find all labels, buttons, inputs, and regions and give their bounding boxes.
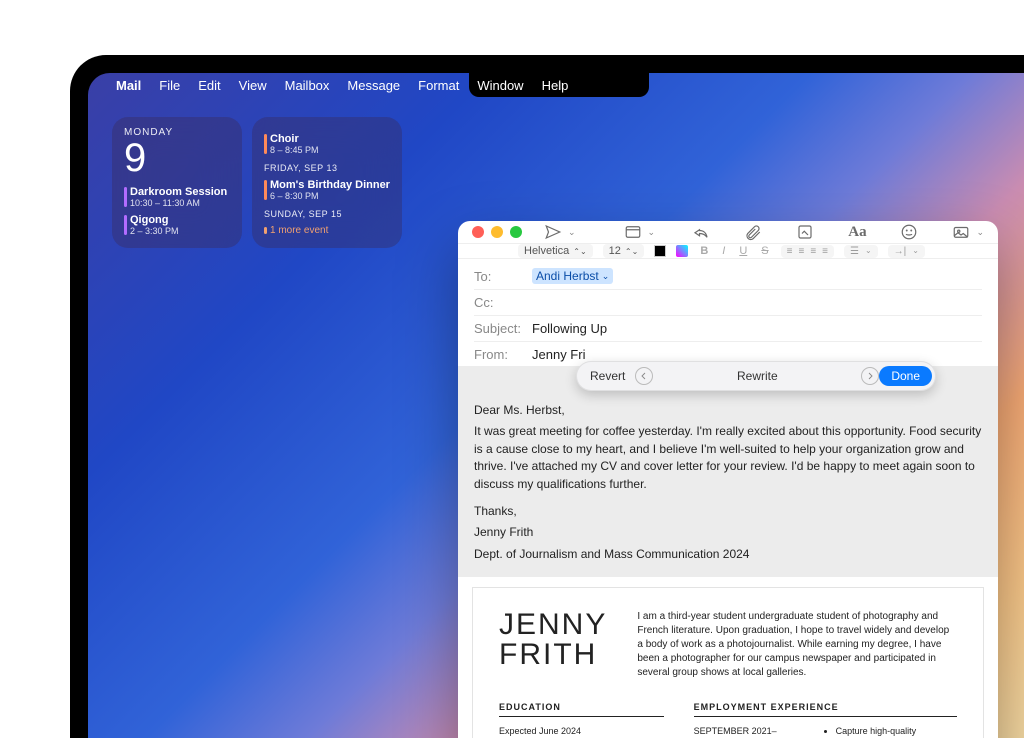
color-picker-icon[interactable] [676, 245, 688, 257]
resume-education-col: EDUCATION Expected June 2024 BACHELOR OF… [499, 702, 664, 738]
calendar-event[interactable]: Darkroom Session 10:30 – 11:30 AM [124, 186, 230, 208]
underline-button[interactable]: U [737, 245, 749, 257]
send-options-chevron-icon[interactable]: ⌄ [568, 227, 576, 238]
body-paragraph: It was great meeting for coffee yesterda… [474, 423, 982, 493]
font-size-select[interactable]: 12⌃⌄ [603, 244, 645, 258]
font-family-select[interactable]: Helvetica⌃⌄ [518, 244, 593, 258]
to-label: To: [474, 269, 532, 284]
event-title: Choir [270, 133, 390, 145]
menu-file[interactable]: File [159, 78, 180, 93]
menu-edit[interactable]: Edit [198, 78, 220, 93]
subject-row[interactable]: Subject: Following Up [474, 316, 982, 342]
header-options-chevron-icon[interactable]: ⌄ [648, 227, 656, 238]
menu-app[interactable]: Mail [116, 78, 141, 93]
mail-compose-window: ⌄ ⌄ Aa ⌄ Helvetica⌃⌄ 12⌃⌄ [458, 221, 998, 738]
event-time: 6 – 8:30 PM [270, 191, 390, 201]
calendar-event[interactable]: Choir 8 – 8:45 PM [264, 133, 390, 155]
employment-header: EMPLOYMENT EXPERIENCE [694, 702, 957, 717]
strike-button[interactable]: S [759, 245, 770, 257]
rewrite-title: Rewrite [653, 369, 861, 383]
from-value: Jenny Fri [532, 347, 585, 362]
cc-label: Cc: [474, 295, 532, 310]
window-titlebar: ⌄ ⌄ Aa ⌄ [458, 221, 998, 243]
menu-window[interactable]: Window [477, 78, 523, 93]
rewrite-next-icon[interactable] [861, 367, 879, 385]
emoji-icon[interactable] [898, 221, 920, 243]
message-body[interactable]: Dear Ms. Herbst, It was great meeting fo… [458, 366, 998, 577]
done-button[interactable]: Done [879, 366, 932, 386]
menu-bar: Mail File Edit View Mailbox Message Form… [88, 73, 1024, 97]
italic-button[interactable]: I [720, 245, 727, 257]
markup-icon[interactable] [794, 221, 816, 243]
laptop-bezel: Mail File Edit View Mailbox Message Form… [70, 55, 1024, 738]
widget-date-number: 9 [124, 138, 230, 178]
resume-bio: I am a third-year student undergraduate … [637, 610, 957, 680]
event-title: Mom's Birthday Dinner [270, 179, 390, 191]
widget-day-heading: SUNDAY, SEP 15 [264, 209, 390, 219]
event-title: Qigong [130, 214, 230, 226]
recipient-token[interactable]: Andi Herbst [532, 268, 613, 284]
body-thanks: Thanks, [474, 503, 982, 520]
writing-tools-bar: Revert Rewrite Done [576, 361, 936, 391]
alignment-group[interactable]: ≡≡≡≡ [781, 245, 834, 258]
calendar-event[interactable]: Qigong 2 – 3:30 PM [124, 214, 230, 236]
menu-mailbox[interactable]: Mailbox [285, 78, 330, 93]
photo-browser-icon[interactable] [950, 221, 972, 243]
menu-format[interactable]: Format [418, 78, 459, 93]
window-close-button[interactable] [472, 226, 484, 238]
window-zoom-button[interactable] [510, 226, 522, 238]
desktop-widgets: MONDAY 9 Darkroom Session 10:30 – 11:30 … [112, 117, 402, 248]
window-minimize-button[interactable] [491, 226, 503, 238]
text-color-swatch[interactable] [654, 245, 666, 257]
widget-day-heading: FRIDAY, SEP 13 [264, 163, 390, 173]
body-signature-dept: Dept. of Journalism and Mass Communicati… [474, 546, 982, 563]
attach-icon[interactable] [742, 221, 764, 243]
reply-icon[interactable] [690, 221, 712, 243]
event-time: 2 – 3:30 PM [130, 226, 230, 236]
attachment-preview[interactable]: JENNY FRITH I am a third-year student un… [472, 587, 984, 738]
photo-options-chevron-icon[interactable]: ⌄ [976, 227, 984, 238]
list-group[interactable]: ☰⌄ [844, 245, 878, 258]
calendar-today-widget[interactable]: MONDAY 9 Darkroom Session 10:30 – 11:30 … [112, 117, 242, 248]
rewrite-prev-icon[interactable] [635, 367, 653, 385]
bold-button[interactable]: B [698, 245, 710, 257]
menu-help[interactable]: Help [542, 78, 569, 93]
subject-value: Following Up [532, 321, 607, 336]
edu-line: Expected June 2024 [499, 725, 664, 737]
event-time: 10:30 – 11:30 AM [130, 198, 230, 208]
resume-last-name: FRITH [499, 640, 607, 670]
format-bar: Helvetica⌃⌄ 12⌃⌄ B I U S ≡≡≡≡ ☰⌄ →|⌄ [458, 243, 998, 259]
subject-label: Subject: [474, 321, 532, 336]
more-events-link[interactable]: 1 more event [264, 225, 390, 236]
from-label: From: [474, 347, 532, 362]
calendar-event[interactable]: Mom's Birthday Dinner 6 – 8:30 PM [264, 179, 390, 201]
header-fields-icon[interactable] [622, 221, 644, 243]
desktop: Mail File Edit View Mailbox Message Form… [88, 73, 1024, 738]
widget-day-label: MONDAY [124, 127, 230, 138]
cc-row[interactable]: Cc: [474, 290, 982, 316]
event-title: Darkroom Session [130, 186, 230, 198]
body-greeting: Dear Ms. Herbst, [474, 402, 982, 419]
body-signature-name: Jenny Frith [474, 524, 982, 541]
to-row[interactable]: To: Andi Herbst [474, 263, 982, 290]
menu-message[interactable]: Message [347, 78, 400, 93]
menu-view[interactable]: View [239, 78, 267, 93]
education-header: EDUCATION [499, 702, 664, 717]
resume-employment-col: EMPLOYMENT EXPERIENCE SEPTEMBER 2021–PRE… [694, 702, 957, 738]
indent-group[interactable]: →|⌄ [888, 245, 925, 258]
header-fields: To: Andi Herbst Cc: Subject: Following U… [458, 259, 998, 367]
revert-button[interactable]: Revert [580, 365, 635, 387]
resume-name-block: JENNY FRITH [499, 610, 607, 670]
calendar-upcoming-widget[interactable]: Choir 8 – 8:45 PM FRIDAY, SEP 13 Mom's B… [252, 117, 402, 248]
resume-first-name: JENNY [499, 610, 607, 640]
send-icon[interactable] [542, 221, 564, 243]
text-format-icon[interactable]: Aa [846, 221, 868, 243]
event-time: 8 – 8:45 PM [270, 145, 390, 155]
